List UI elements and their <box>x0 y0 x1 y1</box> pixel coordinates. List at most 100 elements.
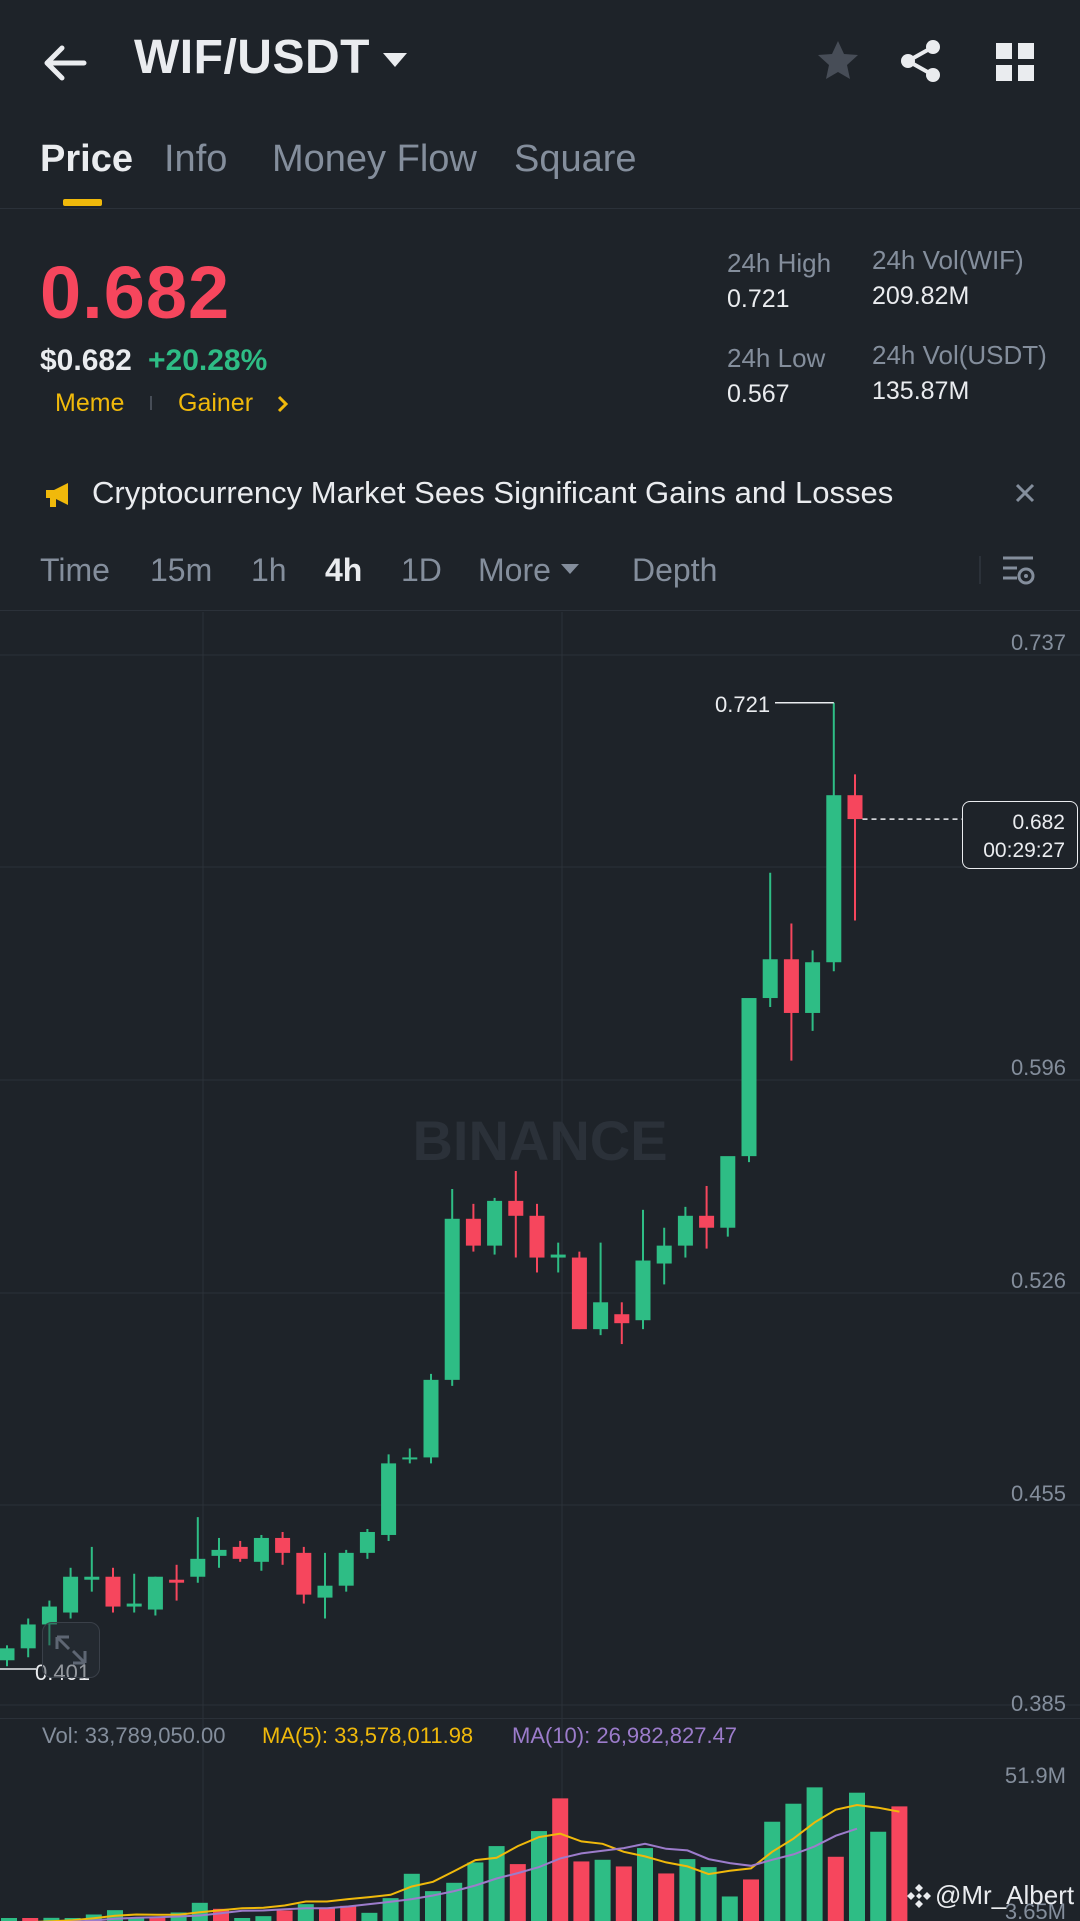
usd-price: $0.682 <box>40 344 132 377</box>
candle-body <box>444 1218 460 1380</box>
candle <box>275 1531 291 1565</box>
candle <box>84 1546 100 1592</box>
volume-bar <box>806 1787 823 1921</box>
volume-divider <box>0 1718 1080 1719</box>
candle-body <box>296 1552 312 1595</box>
candle-body <box>614 1314 630 1324</box>
candle-body <box>487 1200 503 1246</box>
volume-bar <box>785 1803 802 1921</box>
candle <box>169 1564 185 1601</box>
candle <box>635 1209 651 1330</box>
candle-body <box>402 1457 418 1460</box>
volume-bar <box>870 1831 887 1921</box>
current-price-value: 0.682 <box>1012 811 1065 834</box>
candle-body <box>635 1260 651 1321</box>
candle <box>20 1618 36 1658</box>
volume-bar <box>531 1831 547 1921</box>
volume-bar <box>658 1873 675 1921</box>
tag-gainer[interactable]: Gainer <box>178 389 253 418</box>
volume-bar <box>827 1856 844 1921</box>
tag-meme[interactable]: Meme <box>55 389 124 418</box>
volume-bar <box>255 1916 272 1921</box>
volume-bar <box>319 1907 335 1921</box>
candle <box>529 1203 545 1273</box>
candle-body <box>465 1218 481 1246</box>
favorite-star-icon[interactable] <box>815 38 861 84</box>
close-icon[interactable] <box>1014 482 1036 504</box>
volume-bar <box>700 1867 717 1921</box>
candle-body <box>508 1200 524 1216</box>
candle-body <box>232 1546 248 1559</box>
expand-chart-icon[interactable] <box>42 1622 100 1678</box>
candle <box>487 1197 503 1255</box>
grid-menu-icon[interactable] <box>995 42 1035 82</box>
candle-body <box>253 1537 269 1562</box>
candle <box>656 1227 672 1285</box>
candle-body <box>20 1624 36 1649</box>
candle-body <box>699 1215 715 1228</box>
candle <box>402 1448 418 1464</box>
timeframe-4h[interactable]: 4h <box>325 552 362 589</box>
timeframe-1h[interactable]: 1h <box>251 552 287 589</box>
tag-separator <box>150 396 152 410</box>
timeframe-depth[interactable]: Depth <box>632 552 717 589</box>
timeframe-1d[interactable]: 1D <box>401 552 442 589</box>
timeframe-time[interactable]: Time <box>40 552 110 589</box>
price-change-percent: +20.28% <box>148 344 268 377</box>
pair-dropdown-icon[interactable] <box>381 50 409 70</box>
candle-body <box>741 998 757 1157</box>
tab-money-flow[interactable]: Money Flow <box>272 138 477 181</box>
chart-settings-icon[interactable] <box>1000 552 1036 588</box>
stat-24h-high-label: 24h High <box>727 248 832 278</box>
volume-max-label: 51.9M <box>1004 1763 1066 1788</box>
tab-square[interactable]: Square <box>514 138 637 181</box>
volume-bar <box>467 1862 484 1921</box>
share-icon[interactable] <box>898 38 944 84</box>
back-arrow-icon[interactable] <box>40 38 90 88</box>
chevron-right-icon[interactable] <box>276 394 290 414</box>
y-axis-label: 0.385 <box>1010 1691 1066 1716</box>
stat-24h-vol-base-value: 209.82M <box>872 282 970 310</box>
volume-bar <box>764 1821 781 1921</box>
y-axis-label: 0.737 <box>1010 630 1066 655</box>
tab-price[interactable]: Price <box>40 138 133 181</box>
y-axis-label: 0.596 <box>1010 1055 1066 1080</box>
candle <box>444 1188 460 1386</box>
volume-ma10-label: MA(10): 26,982,827.47 <box>512 1723 738 1748</box>
tab-info[interactable]: Info <box>164 138 227 181</box>
candle <box>508 1171 524 1258</box>
megaphone-icon <box>44 481 76 509</box>
candle <box>783 923 799 1061</box>
candle-body <box>593 1302 609 1330</box>
volume-bar <box>594 1859 611 1921</box>
timeframe-more[interactable]: More <box>478 552 551 589</box>
candle <box>847 774 863 921</box>
current-price-box[interactable]: 0.682 00:29:27 <box>962 801 1078 869</box>
candle-body <box>762 959 778 999</box>
candle <box>593 1242 609 1336</box>
stat-24h-low-label: 24h Low <box>727 343 826 373</box>
news-headline[interactable]: Cryptocurrency Market Sees Significant G… <box>92 475 893 511</box>
candle <box>211 1537 227 1568</box>
candle <box>699 1185 715 1249</box>
last-price: 0.682 <box>40 251 231 334</box>
candle <box>381 1454 397 1541</box>
candle <box>232 1540 248 1562</box>
candle-body <box>529 1215 545 1258</box>
candle <box>571 1251 587 1330</box>
volume-bar <box>721 1896 738 1921</box>
candle-body <box>677 1215 693 1246</box>
more-dropdown-icon[interactable] <box>560 562 580 576</box>
candle <box>826 702 842 972</box>
candle <box>147 1576 163 1616</box>
volume-bar <box>637 1848 653 1921</box>
candle <box>550 1242 566 1273</box>
binance-watermark: BINANCE <box>412 1109 667 1172</box>
volume-bar <box>340 1905 357 1921</box>
candle-body <box>550 1254 566 1258</box>
candle-body <box>423 1379 439 1458</box>
pair-title[interactable]: WIF/USDT <box>134 30 370 85</box>
timeframe-15m[interactable]: 15m <box>150 552 212 589</box>
volume-bar <box>573 1861 590 1921</box>
volume-label: Vol: 33,789,050.00 <box>42 1723 226 1748</box>
